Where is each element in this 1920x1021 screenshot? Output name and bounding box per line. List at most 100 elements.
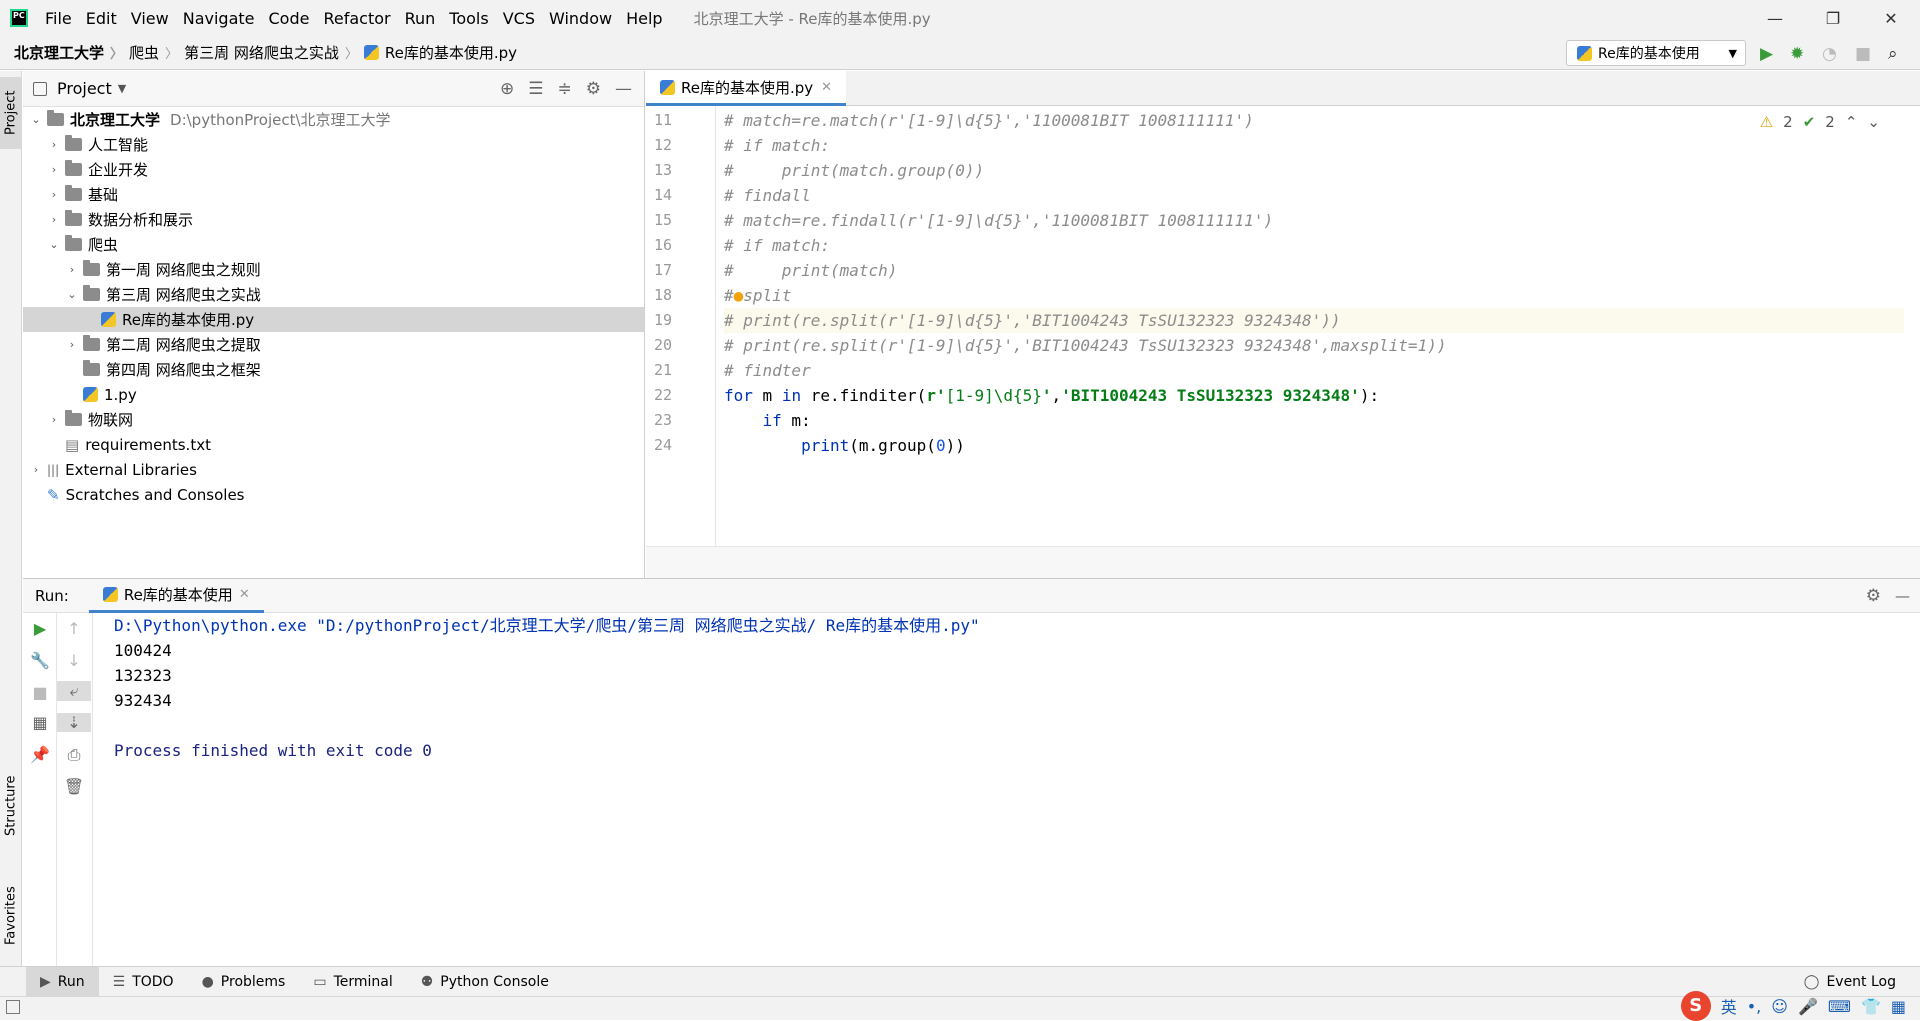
microphone-icon[interactable]: 🎤 bbox=[1798, 997, 1818, 1016]
keyboard-icon[interactable]: ⌨ bbox=[1828, 997, 1851, 1016]
menu-tools[interactable]: Tools bbox=[442, 9, 495, 28]
toggle-tool-windows-icon[interactable] bbox=[6, 1000, 20, 1014]
chevron-down-icon[interactable]: ⌄ bbox=[25, 113, 47, 126]
problems-tool-button[interactable]: ● Problems bbox=[188, 967, 300, 997]
chevron-right-icon[interactable]: › bbox=[43, 413, 65, 426]
chevron-right-icon[interactable]: › bbox=[61, 338, 83, 351]
tree-item[interactable]: 第四周 网络爬虫之框架 bbox=[23, 357, 644, 382]
code-line[interactable]: if m: bbox=[724, 408, 1904, 433]
menu-edit[interactable]: Edit bbox=[79, 9, 124, 28]
emoji-icon[interactable]: ☺ bbox=[1771, 997, 1788, 1016]
tree-item[interactable]: › 物联网 bbox=[23, 407, 644, 432]
collapse-all-icon[interactable]: ≑ bbox=[558, 79, 572, 99]
code-line[interactable]: # findter bbox=[724, 358, 1904, 383]
run-tab[interactable]: Re库的基本使用 ✕ bbox=[88, 579, 264, 613]
hide-panel-icon[interactable]: — bbox=[615, 79, 632, 99]
terminal-tool-button[interactable]: ▭ Terminal bbox=[299, 967, 406, 997]
rerun-icon[interactable]: ▶ bbox=[23, 619, 57, 638]
tree-item[interactable]: › 企业开发 bbox=[23, 157, 644, 182]
run-config-selector[interactable]: Re库的基本使用 ▼ bbox=[1566, 40, 1746, 66]
menu-help[interactable]: Help bbox=[619, 9, 669, 28]
search-everywhere-icon[interactable]: ⌕ bbox=[1888, 44, 1898, 64]
tree-item[interactable]: ⌄ 第三周 网络爬虫之实战 bbox=[23, 282, 644, 307]
project-panel-title[interactable]: Project bbox=[57, 79, 112, 98]
wrench-icon[interactable]: 🔧 bbox=[23, 651, 57, 670]
arrow-up-icon[interactable]: ↑ bbox=[57, 619, 91, 638]
console-output[interactable]: D:\Python\python.exe "D:/pythonProject/北… bbox=[114, 613, 980, 763]
debug-icon[interactable]: ✹ bbox=[1790, 44, 1804, 64]
code-editor[interactable]: # match=re.match(r'[1-9]\d{5}','1100081B… bbox=[724, 106, 1904, 546]
chevron-right-icon[interactable]: › bbox=[43, 213, 65, 226]
menu-window[interactable]: Window bbox=[542, 9, 619, 28]
menu-file[interactable]: File bbox=[38, 9, 79, 28]
inspection-widget[interactable]: ⚠ 2 ✔ 2 ⌃ ⌄ bbox=[1760, 113, 1880, 131]
stop-icon[interactable]: ■ bbox=[23, 683, 57, 702]
close-window-button[interactable]: ✕ bbox=[1862, 9, 1920, 28]
chevron-right-icon[interactable]: › bbox=[43, 138, 65, 151]
chevron-right-icon[interactable]: › bbox=[43, 163, 65, 176]
code-line[interactable]: # print(re.split(r'[1-9]\d{5}','BIT10042… bbox=[724, 333, 1904, 358]
tree-item[interactable]: ✎ Scratches and Consoles bbox=[23, 482, 644, 507]
code-line[interactable]: for m in re.finditer(r'[1-9]\d{5}','BIT1… bbox=[724, 383, 1904, 408]
code-line[interactable]: # match=re.findall(r'[1-9]\d{5}','110008… bbox=[724, 208, 1904, 233]
tree-item[interactable]: › 第二周 网络爬虫之提取 bbox=[23, 332, 644, 357]
locate-file-icon[interactable]: ⊕ bbox=[500, 79, 514, 99]
minimize-button[interactable]: — bbox=[1746, 9, 1804, 28]
gear-icon[interactable]: ⚙ bbox=[1866, 586, 1881, 606]
menu-code[interactable]: Code bbox=[262, 9, 317, 28]
close-tab-icon[interactable]: ✕ bbox=[239, 587, 250, 602]
expand-all-icon[interactable]: ☰ bbox=[528, 79, 543, 99]
tree-item[interactable]: ⌄ 北京理工大学 D:\pythonProject\北京理工大学 bbox=[23, 107, 644, 132]
chevron-up-icon[interactable]: ⌃ bbox=[1845, 113, 1858, 131]
chevron-down-icon[interactable]: ⌄ bbox=[1867, 113, 1880, 131]
grid-icon[interactable]: ▦ bbox=[1891, 997, 1906, 1016]
tree-item[interactable]: › 数据分析和展示 bbox=[23, 207, 644, 232]
print-icon[interactable]: ⎙ bbox=[57, 745, 91, 765]
structure-tool-tab[interactable]: Structure bbox=[0, 761, 22, 851]
editor-tab-active[interactable]: Re库的基本使用.py ✕ bbox=[646, 71, 847, 106]
tree-item[interactable]: › ||| External Libraries bbox=[23, 457, 644, 482]
close-tab-icon[interactable]: ✕ bbox=[821, 80, 832, 95]
python-console-tool-button[interactable]: ⚉ Python Console bbox=[407, 967, 563, 997]
code-line[interactable]: # if match: bbox=[724, 133, 1904, 158]
chevron-right-icon[interactable]: › bbox=[25, 463, 47, 476]
chevron-down-icon[interactable]: ▼ bbox=[118, 82, 126, 95]
code-line[interactable]: # if match: bbox=[724, 233, 1904, 258]
arrow-down-icon[interactable]: ↓ bbox=[57, 651, 91, 670]
code-line[interactable]: # print(match.group(0)) bbox=[724, 158, 1904, 183]
code-line[interactable]: # print(re.split(r'[1-9]\d{5}','BIT10042… bbox=[724, 308, 1904, 333]
menu-view[interactable]: View bbox=[124, 9, 176, 28]
restore-button[interactable]: ❐ bbox=[1804, 9, 1862, 28]
ime-language[interactable]: 英 bbox=[1721, 994, 1737, 1018]
tree-item[interactable]: 1.py bbox=[23, 382, 644, 407]
tree-item[interactable]: › 人工智能 bbox=[23, 132, 644, 157]
breadcrumb-subfolder[interactable]: 第三周 网络爬虫之实战〉 bbox=[184, 42, 364, 63]
menu-run[interactable]: Run bbox=[398, 9, 443, 28]
chevron-down-icon[interactable]: ⌄ bbox=[61, 288, 83, 301]
menu-refactor[interactable]: Refactor bbox=[316, 9, 397, 28]
code-line[interactable]: print(m.group(0)) bbox=[724, 433, 1904, 458]
code-line[interactable]: # print(match) bbox=[724, 258, 1904, 283]
run-icon[interactable]: ▶ bbox=[1760, 44, 1773, 64]
chevron-right-icon[interactable]: › bbox=[43, 188, 65, 201]
pin-icon[interactable]: 📌 bbox=[23, 745, 57, 764]
todo-tool-button[interactable]: ☰ TODO bbox=[99, 967, 188, 997]
scroll-to-end-icon[interactable]: ⇣ bbox=[57, 713, 91, 732]
soft-wrap-icon[interactable]: ⤶ bbox=[57, 681, 91, 701]
tree-item[interactable]: › 基础 bbox=[23, 182, 644, 207]
breadcrumb-project[interactable]: 北京理工大学〉 bbox=[14, 42, 129, 63]
trash-icon[interactable]: 🗑 bbox=[57, 777, 91, 796]
code-line[interactable]: #●split bbox=[724, 283, 1904, 308]
punctuation-icon[interactable]: •, bbox=[1747, 997, 1762, 1016]
code-line[interactable]: # match=re.match(r'[1-9]\d{5}','1100081B… bbox=[724, 108, 1904, 133]
favorites-tool-tab[interactable]: Favorites bbox=[0, 871, 22, 961]
run-tool-button[interactable]: ▶ Run bbox=[26, 966, 99, 997]
menu-navigate[interactable]: Navigate bbox=[176, 9, 262, 28]
chevron-right-icon[interactable]: › bbox=[61, 263, 83, 276]
menu-vcs[interactable]: VCS bbox=[496, 9, 542, 28]
stop-icon[interactable]: ■ bbox=[1855, 44, 1871, 64]
hide-panel-icon[interactable]: — bbox=[1895, 587, 1910, 605]
tree-item[interactable]: ⌄ 爬虫 bbox=[23, 232, 644, 257]
breadcrumb-file[interactable]: Re库的基本使用.py bbox=[363, 42, 517, 63]
coverage-icon[interactable]: ◔ bbox=[1822, 44, 1837, 64]
